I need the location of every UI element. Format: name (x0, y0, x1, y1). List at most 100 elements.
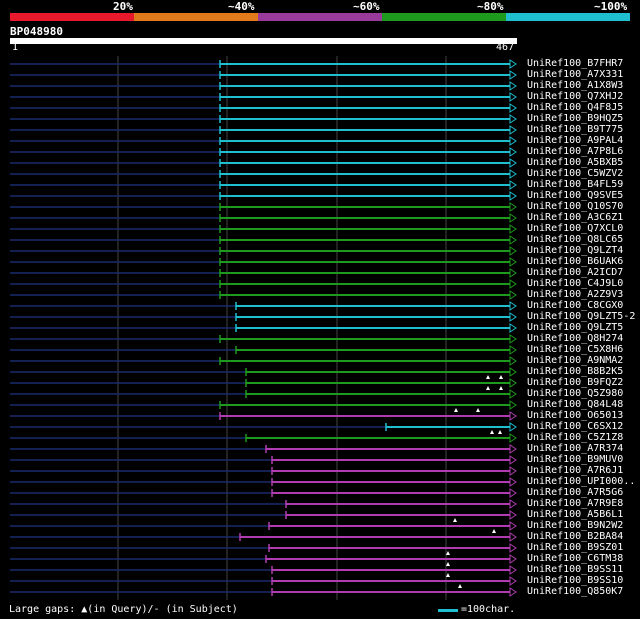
hit-label[interactable]: UniRef100_A7R5G6 (527, 487, 623, 498)
hit-label[interactable]: UniRef100_B9N2W2 (527, 520, 623, 531)
hit-row[interactable] (10, 334, 517, 344)
hit-row[interactable] (10, 81, 517, 91)
hit-label[interactable]: UniRef100_UPI000.. (527, 476, 635, 487)
hit-label[interactable]: UniRef100_Q8H274 (527, 333, 623, 344)
hit-row[interactable] (10, 466, 517, 476)
hit-label[interactable]: UniRef100_A7X331 (527, 69, 623, 80)
hit-label[interactable]: UniRef100_Q4F8J5 (527, 102, 623, 113)
hit-label[interactable]: UniRef100_C6SX12 (527, 421, 623, 432)
hit-row[interactable] (10, 246, 517, 256)
hit-row[interactable] (10, 59, 517, 69)
hit-label[interactable]: UniRef100_A3C6Z1 (527, 212, 623, 223)
hit-row[interactable] (10, 235, 517, 245)
hit-row[interactable] (10, 301, 517, 311)
hit-row[interactable] (10, 202, 517, 212)
hit-label[interactable]: UniRef100_B9SS11 (527, 564, 623, 575)
hit-label[interactable]: UniRef100_A1X8W3 (527, 80, 623, 91)
hit-row[interactable] (10, 367, 517, 377)
hit-label[interactable]: UniRef100_C6TM38 (527, 553, 623, 564)
hit-row[interactable] (10, 92, 517, 102)
hit-label[interactable]: UniRef100_C8CGX0 (527, 300, 623, 311)
hit-label[interactable]: UniRef100_A7R9E8 (527, 498, 623, 509)
hit-row[interactable] (10, 114, 517, 124)
hit-label[interactable]: UniRef100_A5B6L1 (527, 509, 623, 520)
hit-row[interactable] (10, 345, 517, 355)
hit-row[interactable] (10, 386, 517, 399)
hit-label[interactable]: UniRef100_B9SS10 (527, 575, 623, 586)
hit-label[interactable]: UniRef100_B6UAK6 (527, 256, 623, 267)
hit-label[interactable]: UniRef100_A2Z9V3 (527, 289, 623, 300)
hit-label[interactable]: UniRef100_Q5Z980 (527, 388, 623, 399)
hit-label[interactable]: UniRef100_B9FQZ2 (527, 377, 623, 388)
hit-row[interactable] (10, 213, 517, 223)
hit-label[interactable]: UniRef100_Q9LZT5-2 (527, 311, 635, 322)
hit-label[interactable]: UniRef100_B4FL59 (527, 179, 623, 190)
hit-label[interactable]: UniRef100_A5BXB5 (527, 157, 623, 168)
hit-row[interactable] (10, 510, 517, 520)
hit-row[interactable] (10, 125, 517, 135)
hit-row[interactable] (10, 518, 517, 531)
hit-row[interactable] (10, 290, 517, 300)
hit-label[interactable]: UniRef100_A7R6J1 (527, 465, 623, 476)
hit-row[interactable] (10, 268, 517, 278)
hit-label[interactable]: UniRef100_A9NMA2 (527, 355, 623, 366)
hit-row[interactable] (10, 375, 517, 388)
query-gap-icon (492, 529, 496, 533)
hit-label[interactable]: UniRef100_Q9LZT5 (527, 322, 623, 333)
hit-row[interactable] (10, 147, 517, 157)
hit-label[interactable]: UniRef100_B9T775 (527, 124, 623, 135)
hit-label[interactable]: UniRef100_Q84L48 (527, 399, 623, 410)
hit-row[interactable] (10, 499, 517, 509)
hit-row[interactable] (10, 408, 517, 421)
hit-label[interactable]: UniRef100_B9HQZ5 (527, 113, 623, 124)
hit-label[interactable]: UniRef100_C5Z1Z8 (527, 432, 623, 443)
hit-label[interactable]: UniRef100_Q7XCL0 (527, 223, 623, 234)
hit-row[interactable] (10, 584, 517, 597)
hit-row[interactable] (10, 180, 517, 190)
hit-row[interactable] (10, 488, 517, 498)
hit-label[interactable]: UniRef100_B7FHR7 (527, 58, 623, 69)
hit-row[interactable] (10, 279, 517, 289)
hit-row[interactable] (10, 356, 517, 366)
hit-label[interactable]: UniRef100_B9SZ01 (527, 542, 623, 553)
hit-row[interactable] (10, 103, 517, 113)
hit-row[interactable] (10, 529, 517, 542)
hit-row[interactable] (10, 562, 517, 575)
hit-row[interactable] (10, 455, 517, 465)
hit-label[interactable]: UniRef100_Q9SVE5 (527, 190, 623, 201)
hit-row[interactable] (10, 422, 517, 432)
hit-row[interactable] (10, 136, 517, 146)
hit-row[interactable] (10, 543, 517, 553)
hit-row[interactable] (10, 573, 517, 586)
hit-label[interactable]: UniRef100_A9PAL4 (527, 135, 623, 146)
hit-row[interactable] (10, 158, 517, 168)
hit-label[interactable]: UniRef100_A7P8L6 (527, 146, 623, 157)
hit-row[interactable] (10, 400, 517, 410)
hit-label[interactable]: UniRef100_Q850K7 (527, 586, 623, 597)
hit-label[interactable]: UniRef100_Q7XHJ2 (527, 91, 623, 102)
hit-label[interactable]: UniRef100_A2ICD7 (527, 267, 623, 278)
hit-label[interactable]: UniRef100_B8B2K5 (527, 366, 623, 377)
hit-row[interactable] (10, 477, 517, 487)
hit-label[interactable]: UniRef100_B9MUV0 (527, 454, 623, 465)
hit-label[interactable]: UniRef100_Q10S70 (527, 201, 623, 212)
hit-row[interactable] (10, 551, 517, 564)
hit-row[interactable] (10, 169, 517, 179)
hit-label[interactable]: UniRef100_A7R374 (527, 443, 623, 454)
hit-label[interactable]: UniRef100_Q9LZT4 (527, 245, 623, 256)
hit-label[interactable]: UniRef100_O65013 (527, 410, 623, 421)
hit-row[interactable] (10, 312, 517, 322)
hit-label[interactable]: UniRef100_Q8LC65 (527, 234, 623, 245)
hit-label[interactable]: UniRef100_C5WZV2 (527, 168, 623, 179)
hit-row[interactable] (10, 191, 517, 201)
hit-row[interactable] (10, 444, 517, 454)
hit-row[interactable] (10, 430, 517, 443)
hit-row[interactable] (10, 70, 517, 80)
hit-row[interactable] (10, 257, 517, 267)
hit-row[interactable] (10, 323, 517, 333)
query-gap-icon (498, 430, 502, 434)
hit-label[interactable]: UniRef100_C4J9L0 (527, 278, 623, 289)
hit-label[interactable]: UniRef100_C5X8H6 (527, 344, 623, 355)
hit-row[interactable] (10, 224, 517, 234)
hit-label[interactable]: UniRef100_B2BA84 (527, 531, 623, 542)
